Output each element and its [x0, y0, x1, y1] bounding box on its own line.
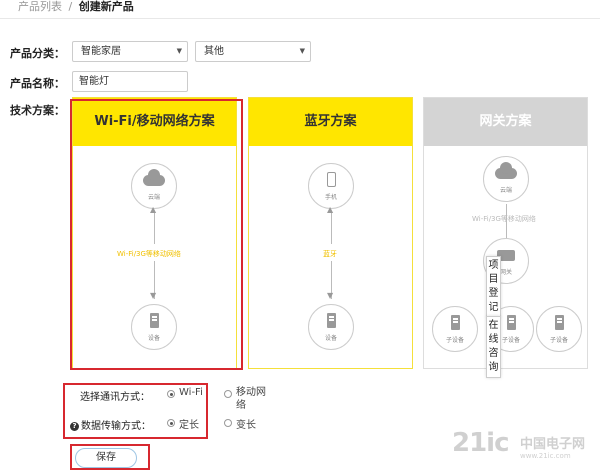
connector-line [154, 211, 155, 244]
device-icon [149, 313, 159, 328]
cloud-icon [495, 162, 517, 179]
breadcrumb: 产品列表 / 创建新产品 [18, 0, 134, 14]
sub-device-node: 子设备 [536, 306, 582, 352]
cloud-node: 云端 [131, 163, 177, 209]
connector-line [331, 211, 332, 244]
comm-wifi-option[interactable]: Wi-Fi [179, 387, 203, 398]
comm-method-label: 选择通讯方式： [80, 392, 150, 403]
connector-line [506, 204, 507, 238]
watermark-url: www.21ic.com [520, 452, 571, 460]
device-icon [450, 315, 460, 330]
device-icon [326, 313, 336, 328]
online-consult-tab[interactable]: 在线咨询 [486, 316, 501, 378]
phone-icon [326, 172, 336, 187]
arrow-up-icon: ▲ [150, 205, 157, 214]
cloud-node-label: 云端 [147, 194, 160, 201]
chevron-down-icon: ▼ [299, 47, 305, 55]
phone-node-label: 手机 [324, 194, 337, 201]
bluetooth-link-label: 蓝牙 [323, 250, 337, 258]
solution-label: 技术方案： [10, 104, 65, 117]
device-icon [554, 315, 564, 330]
transfer-variable-option[interactable]: 变长 [236, 416, 256, 431]
device-node: 设备 [131, 304, 177, 350]
chevron-down-icon: ▼ [176, 47, 182, 55]
header-divider [0, 18, 600, 19]
watermark-logo: 21ic [452, 428, 510, 458]
category-primary-value: 智能家居 [81, 46, 121, 57]
category-primary-select[interactable]: 智能家居 ▼ [72, 41, 188, 62]
device-node: 设备 [308, 304, 354, 350]
bluetooth-card-title: 蓝牙方案 [249, 98, 412, 146]
arrow-down-icon: ▼ [150, 291, 157, 300]
cloud-icon [143, 169, 165, 186]
breadcrumb-product-list-link[interactable]: 产品列表 [18, 0, 62, 13]
transfer-fixed-radio[interactable] [167, 419, 175, 427]
save-button[interactable]: 保存 [75, 448, 137, 468]
wifi-link-label: Wi-Fi/3G等移动网络 [117, 250, 181, 258]
watermark-side-text: 中国电子网 [520, 437, 586, 452]
comm-mobile-radio[interactable] [224, 390, 232, 398]
gateway-link-label: Wi-Fi/3G等移动网络 [472, 215, 536, 223]
transfer-variable-radio[interactable] [224, 419, 232, 427]
phone-node: 手机 [308, 163, 354, 209]
category-label: 产品分类： [10, 47, 65, 60]
sub-device-node: 子设备 [432, 306, 478, 352]
device-node-label: 设备 [324, 335, 337, 342]
device-node-label: 设备 [147, 335, 160, 342]
cloud-node: 云端 [483, 156, 529, 202]
arrow-up-icon: ▲ [327, 205, 334, 214]
arrow-down-icon: ▼ [327, 291, 334, 300]
category-secondary-select[interactable]: 其他 ▼ [195, 41, 311, 62]
help-icon[interactable]: ? [70, 422, 79, 431]
comm-wifi-radio[interactable] [167, 390, 175, 398]
transfer-method-row: ? 数据传输方式： [70, 417, 151, 432]
project-register-tab[interactable]: 项目登记 [486, 256, 501, 318]
page-title: 创建新产品 [78, 0, 134, 13]
transfer-method-label: 数据传输方式： [81, 421, 151, 432]
wifi-solution-card[interactable]: Wi-Fi/移动网络方案 云端 ▲ Wi-Fi/3G等移动网络 ▼ 设备 [72, 97, 237, 369]
cloud-node-label: 云端 [499, 187, 512, 194]
comm-mobile-option[interactable]: 移动网络 [236, 386, 266, 412]
sub-device-label: 子设备 [445, 337, 464, 344]
gateway-card-title: 网关方案 [424, 98, 587, 146]
bluetooth-solution-card[interactable]: 蓝牙方案 手机 ▲ 蓝牙 ▼ 设备 [248, 97, 413, 369]
sub-device-label: 子设备 [549, 337, 568, 344]
product-name-input[interactable]: 智能灯 [72, 71, 188, 92]
gateway-solution-card[interactable]: 网关方案 云端 Wi-Fi/3G等移动网络 网关 子设备 子设备 子设备 [423, 97, 588, 369]
name-label: 产品名称： [10, 77, 65, 90]
wifi-card-title: Wi-Fi/移动网络方案 [73, 98, 236, 146]
breadcrumb-separator: / [68, 0, 73, 13]
category-secondary-value: 其他 [204, 46, 224, 57]
device-icon [506, 315, 516, 330]
transfer-fixed-option[interactable]: 定长 [179, 416, 199, 431]
product-name-value: 智能灯 [79, 76, 109, 87]
